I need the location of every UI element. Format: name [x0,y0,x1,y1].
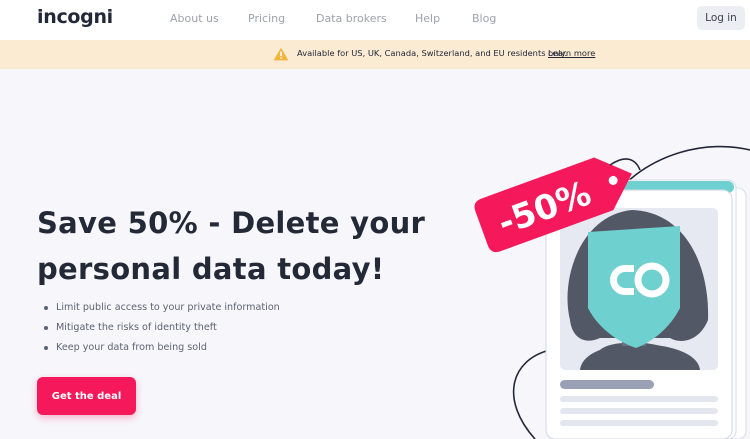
availability-banner: Available for US, UK, Canada, Switzerlan… [0,40,750,69]
card-text-line [560,420,718,426]
main-nav: About us Pricing Data brokers Help Blog [0,12,750,28]
nav-pricing[interactable]: Pricing [248,12,285,25]
nav-help[interactable]: Help [415,12,440,25]
learn-more-link[interactable]: Learn more [548,48,595,58]
hero-headline: Save 50% - Delete your personal data tod… [37,200,457,292]
availability-text: Available for US, UK, Canada, Switzerlan… [297,48,568,58]
get-the-deal-button[interactable]: Get the deal [37,377,136,415]
nav-data-brokers[interactable]: Data brokers [316,12,387,25]
card-text-line [560,380,654,389]
warning-icon [273,47,289,61]
benefit-list: Limit public access to your private info… [44,301,280,361]
hero-headline-line1: Save 50% - Delete your [37,206,426,240]
nav-blog[interactable]: Blog [472,12,496,25]
hero-illustration: -50% [474,145,750,439]
hero-headline-line2: personal data today! [37,252,385,286]
top-navigation-bar: incogni About us Pricing Data brokers He… [0,0,750,40]
nav-about-us[interactable]: About us [170,12,219,25]
login-button[interactable]: Log in [697,6,745,30]
benefit-item: Keep your data from being sold [44,341,280,361]
decorative-curve [512,349,551,439]
card-text-line [560,396,718,402]
benefit-item: Limit public access to your private info… [44,301,280,321]
card-text-line [560,408,718,414]
benefit-item: Mitigate the risks of identity theft [44,321,280,341]
